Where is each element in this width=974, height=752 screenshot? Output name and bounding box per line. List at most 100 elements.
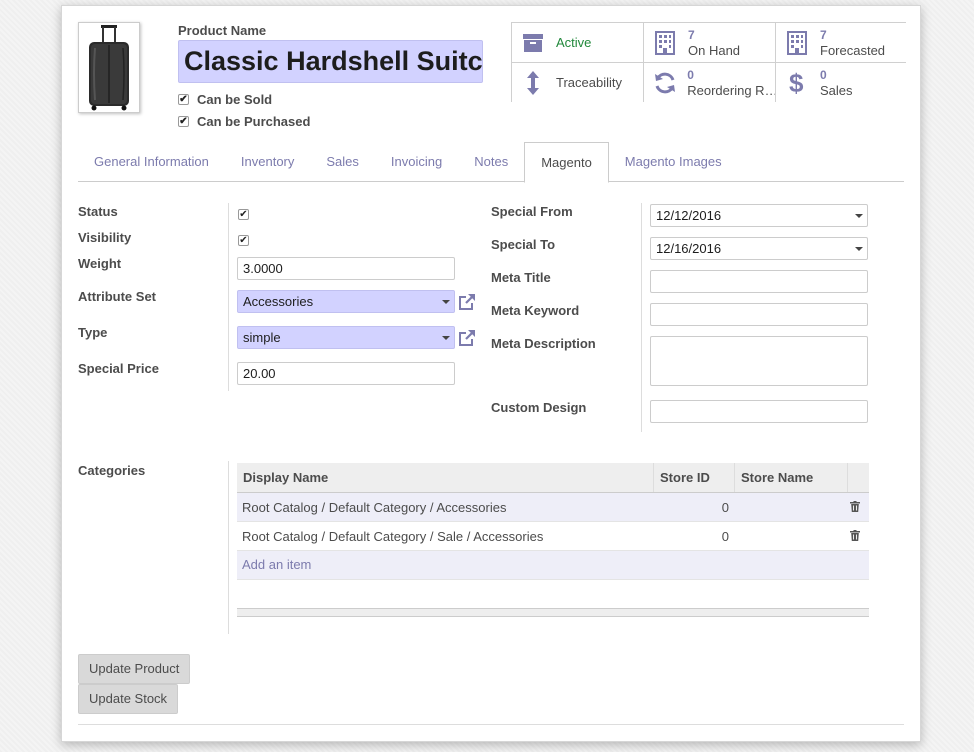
tab-sales[interactable]: Sales <box>310 142 375 182</box>
special-to-value: 12/16/2016 <box>656 241 722 256</box>
can-be-sold-field[interactable]: ✔ Can be Sold <box>178 92 272 107</box>
special-price-input[interactable]: 20.00 <box>237 362 455 385</box>
special-price-label: Special Price <box>78 361 159 376</box>
table-footer <box>237 608 869 617</box>
smart-buttons: Active 7 On Hand 7 Forecasted Traceability… <box>511 22 907 102</box>
column-header-display-name[interactable]: Display Name <box>237 463 654 492</box>
notebook-tabs: General Information Inventory Sales Invo… <box>78 142 904 183</box>
attribute-set-label: Attribute Set <box>78 289 156 304</box>
weight-input[interactable]: 3.0000 <box>237 257 455 280</box>
category-store-id: 0 <box>721 500 729 515</box>
can-be-sold-checkbox[interactable]: ✔ <box>178 94 189 105</box>
column-separator <box>641 203 642 432</box>
tab-notes[interactable]: Notes <box>458 142 524 182</box>
chevron-down-icon <box>855 214 863 218</box>
arrows-vertical-icon <box>520 70 546 96</box>
building-icon <box>652 30 678 56</box>
tab-inventory[interactable]: Inventory <box>225 142 310 182</box>
active-toggle-button[interactable]: Active <box>512 23 643 62</box>
category-store-id: 0 <box>721 529 729 544</box>
tab-general-information[interactable]: General Information <box>78 142 225 182</box>
special-to-date-input[interactable]: 12/16/2016 <box>650 237 868 260</box>
attribute-set-select[interactable]: Accessories <box>237 290 455 313</box>
trash-icon[interactable] <box>848 493 869 521</box>
dollar-icon: $ <box>784 70 810 96</box>
meta-description-label: Meta Description <box>491 336 596 351</box>
special-from-label: Special From <box>491 204 573 219</box>
forecasted-button[interactable]: 7 Forecasted <box>776 23 907 62</box>
type-value: simple <box>243 330 281 345</box>
table-row[interactable]: Root Catalog / Default Category / Sale /… <box>237 522 869 551</box>
special-from-value: 12/12/2016 <box>656 208 722 223</box>
reordering-count: 0 <box>687 67 694 82</box>
external-link-icon[interactable] <box>457 292 477 312</box>
visibility-checkbox[interactable]: ✔ <box>238 235 249 246</box>
status-checkbox[interactable]: ✔ <box>238 209 249 220</box>
on-hand-label: On Hand <box>688 42 741 58</box>
chevron-down-icon <box>442 336 450 340</box>
active-label: Active <box>556 35 592 50</box>
column-header-store-id[interactable]: Store ID <box>654 463 735 492</box>
tab-magento[interactable]: Magento <box>524 142 609 183</box>
product-name-input[interactable]: Classic Hardshell Suitcase <box>178 40 483 83</box>
forecasted-label: Forecasted <box>820 42 886 58</box>
tab-invoicing[interactable]: Invoicing <box>375 142 458 182</box>
meta-description-textarea[interactable] <box>650 336 868 386</box>
weight-label: Weight <box>78 256 122 271</box>
external-link-icon[interactable] <box>457 328 477 348</box>
product-image[interactable] <box>78 22 140 113</box>
chevron-down-icon <box>855 247 863 251</box>
sales-label: Sales <box>820 82 853 98</box>
bottom-divider <box>78 724 904 725</box>
on-hand-button[interactable]: 7 On Hand <box>644 23 775 62</box>
table-row[interactable]: Root Catalog / Default Category / Access… <box>237 493 869 522</box>
custom-design-label: Custom Design <box>491 400 587 415</box>
update-stock-button[interactable]: Update Stock <box>78 684 179 714</box>
refresh-icon <box>652 70 677 96</box>
attribute-set-value: Accessories <box>243 294 314 309</box>
svg-text:$: $ <box>789 70 804 96</box>
column-separator <box>228 461 229 634</box>
meta-title-input[interactable] <box>650 270 868 293</box>
forecasted-count: 7 <box>820 27 827 42</box>
categories-table: Display Name Store ID Store Name Root Ca… <box>237 463 869 617</box>
type-label: Type <box>78 325 108 340</box>
category-store-name <box>735 493 848 521</box>
custom-design-input[interactable] <box>650 400 868 423</box>
chevron-down-icon <box>442 300 450 304</box>
suitcase-image <box>89 25 129 111</box>
form-sheet: Product Name Classic Hardshell Suitcase … <box>61 5 921 742</box>
can-be-sold-label: Can be Sold <box>197 92 273 107</box>
reordering-label: Reordering R… <box>687 82 775 98</box>
special-to-label: Special To <box>491 237 556 252</box>
type-select[interactable]: simple <box>237 326 455 349</box>
visibility-label: Visibility <box>78 230 132 245</box>
traceability-button[interactable]: Traceability <box>512 63 643 102</box>
update-product-button[interactable]: Update Product <box>78 654 191 684</box>
product-name-label: Product Name <box>178 23 267 38</box>
building-icon <box>784 30 810 56</box>
sales-button[interactable]: $ 0 Sales <box>776 63 907 102</box>
status-label: Status <box>78 204 118 219</box>
reordering-rules-button[interactable]: 0 Reordering R… <box>644 63 775 102</box>
category-display-name: Root Catalog / Default Category / Access… <box>242 500 507 515</box>
special-from-date-input[interactable]: 12/12/2016 <box>650 204 868 227</box>
column-header-actions <box>848 463 869 492</box>
can-be-purchased-checkbox[interactable]: ✔ <box>178 116 189 127</box>
can-be-purchased-field[interactable]: ✔ Can be Purchased <box>178 114 310 129</box>
table-header: Display Name Store ID Store Name <box>237 463 869 493</box>
tab-magento-images[interactable]: Magento Images <box>609 142 738 182</box>
meta-keyword-label: Meta Keyword <box>491 303 580 318</box>
category-display-name: Root Catalog / Default Category / Sale /… <box>242 529 544 544</box>
on-hand-count: 7 <box>688 27 695 42</box>
can-be-purchased-label: Can be Purchased <box>197 114 311 129</box>
meta-title-label: Meta Title <box>491 270 551 285</box>
trash-icon[interactable] <box>848 522 869 550</box>
categories-label: Categories <box>78 463 146 478</box>
category-store-name <box>735 522 848 550</box>
meta-keyword-input[interactable] <box>650 303 868 326</box>
column-header-store-name[interactable]: Store Name <box>735 463 848 492</box>
sales-count: 0 <box>820 67 827 82</box>
add-item-link[interactable]: Add an item <box>237 551 869 580</box>
archive-icon <box>520 30 546 56</box>
